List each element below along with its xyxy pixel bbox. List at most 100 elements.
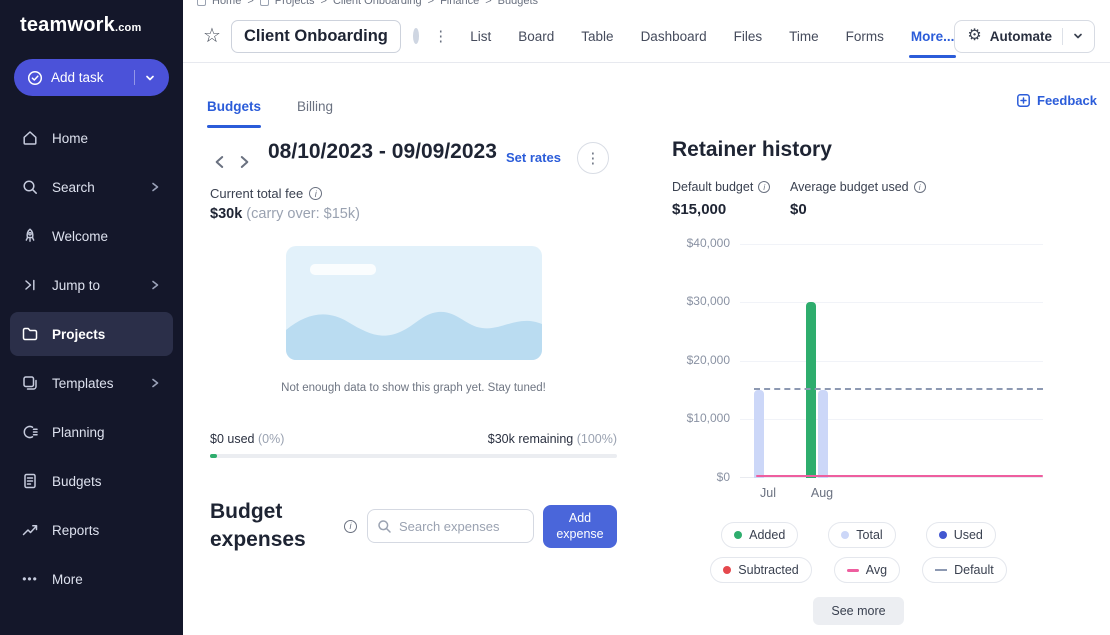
used-amount: $0 used (0%) xyxy=(210,432,284,446)
sidebar-item-projects[interactable]: Projects xyxy=(10,312,173,356)
average-budget-value: $0 xyxy=(790,201,926,218)
tab-forms[interactable]: Forms xyxy=(846,29,884,44)
star-icon[interactable]: ☆ xyxy=(203,26,221,46)
add-expense-button[interactable]: Add expense xyxy=(543,505,617,548)
x-label-jul: Jul xyxy=(753,486,783,500)
breadcrumb-item[interactable]: Client Onboarding xyxy=(333,0,422,7)
legend-label: Used xyxy=(954,528,983,542)
retainer-chart: $40,000 $30,000 $20,000 $10,000 $0 xyxy=(672,234,1045,506)
usage-row: $0 used (0%) $30k remaining (100%) xyxy=(210,432,617,446)
budget-expenses-section: Budget expenses i Add expense xyxy=(210,498,617,555)
sidebar-item-planning[interactable]: Planning xyxy=(10,410,173,454)
sidebar-item-label: Templates xyxy=(52,376,114,391)
breadcrumb-item[interactable]: Projects xyxy=(275,0,315,7)
sidebar-item-welcome[interactable]: Welcome xyxy=(10,214,173,258)
sidebar-item-search[interactable]: Search xyxy=(10,165,173,209)
illustration-bar xyxy=(310,264,376,275)
date-range-heading: 08/10/2023 - 09/09/2023 xyxy=(268,138,506,165)
sidebar-item-reports[interactable]: Reports xyxy=(10,508,173,552)
project-health-ring[interactable] xyxy=(413,28,419,44)
info-icon[interactable]: i xyxy=(914,181,926,193)
sidebar-item-more[interactable]: ••• More xyxy=(10,557,173,601)
legend-used[interactable]: Used xyxy=(926,522,996,548)
info-icon[interactable]: i xyxy=(758,181,770,193)
sidebar-item-label: Budgets xyxy=(52,474,102,489)
y-tick: $30,000 xyxy=(672,294,730,308)
chevron-right-icon[interactable] xyxy=(148,180,162,194)
legend-label: Avg xyxy=(866,563,887,577)
info-icon[interactable]: i xyxy=(344,520,357,533)
tab-more[interactable]: More... xyxy=(911,29,955,44)
breadcrumb-item[interactable]: Home xyxy=(212,0,241,7)
planning-icon xyxy=(21,423,39,441)
default-line xyxy=(754,388,1043,390)
chevron-down-icon[interactable] xyxy=(144,72,156,84)
gridline xyxy=(740,361,1043,362)
remaining-pct: (100%) xyxy=(577,432,617,446)
sidebar-item-templates[interactable]: Templates xyxy=(10,361,173,405)
breadcrumb-item[interactable]: Finance xyxy=(440,0,479,7)
feedback-button[interactable]: Feedback xyxy=(1016,93,1097,108)
sidebar-item-jump-to[interactable]: Jump to xyxy=(10,263,173,307)
gridline xyxy=(740,419,1043,420)
gear-icon: ⚙ xyxy=(967,28,981,44)
legend-subtracted[interactable]: Subtracted xyxy=(710,557,811,583)
teamwork-logo[interactable]: teamwork.com xyxy=(0,14,183,37)
logo-brand: teamwork xyxy=(20,14,115,36)
sidebar-item-budgets[interactable]: Budgets xyxy=(10,459,173,503)
feedback-label: Feedback xyxy=(1037,93,1097,108)
chevron-right-icon[interactable] xyxy=(148,278,162,292)
sidebar-item-home[interactable]: Home xyxy=(10,116,173,160)
rocket-icon xyxy=(21,227,39,245)
next-period-icon[interactable] xyxy=(234,152,254,172)
sidebar-nav: Home Search Welcome Jump to Projects xyxy=(0,116,183,601)
tab-files[interactable]: Files xyxy=(734,29,763,44)
chevron-down-icon[interactable] xyxy=(1072,30,1084,42)
tab-table[interactable]: Table xyxy=(581,29,613,44)
subtab-billing[interactable]: Billing xyxy=(297,99,333,128)
project-menu-icon[interactable]: ⋮ xyxy=(433,27,448,45)
used-pct: (0%) xyxy=(258,432,284,446)
tab-dashboard[interactable]: Dashboard xyxy=(641,29,707,44)
legend-marker xyxy=(723,566,731,574)
breadcrumb-separator: > xyxy=(428,0,434,7)
legend-avg[interactable]: Avg xyxy=(834,557,900,583)
date-range-row: 08/10/2023 - 09/09/2023 Set rates ⋮ xyxy=(210,138,617,174)
search-icon xyxy=(377,519,392,534)
subtab-budgets[interactable]: Budgets xyxy=(207,99,261,128)
current-total-fee-label: Current total fee xyxy=(210,186,303,201)
bar-aug-added[interactable] xyxy=(806,302,816,478)
legend-default[interactable]: Default xyxy=(922,557,1007,583)
automate-button[interactable]: ⚙ Automate xyxy=(954,20,1095,53)
tab-board[interactable]: Board xyxy=(518,29,554,44)
set-rates-link[interactable]: Set rates xyxy=(506,150,561,165)
kebab-icon: ⋮ xyxy=(585,149,600,167)
tab-time[interactable]: Time xyxy=(789,29,819,44)
bar-aug-total[interactable] xyxy=(818,390,828,478)
sidebar-item-label: More xyxy=(52,572,83,587)
tab-list[interactable]: List xyxy=(470,29,491,44)
project-title[interactable]: Client Onboarding xyxy=(231,20,401,53)
search-expenses-input[interactable] xyxy=(367,509,534,543)
used-label: $0 used xyxy=(210,432,254,446)
sidebar-item-label: Search xyxy=(52,180,95,195)
info-icon[interactable]: i xyxy=(309,187,322,200)
see-more-button[interactable]: See more xyxy=(813,597,903,625)
legend-row-1: Added Total Used xyxy=(672,522,1045,548)
expense-search xyxy=(367,509,534,543)
prev-period-icon[interactable] xyxy=(210,152,230,172)
more-dots-icon: ••• xyxy=(21,570,39,588)
templates-icon xyxy=(21,374,39,392)
bar-jul-total[interactable] xyxy=(754,390,764,478)
budget-menu-button[interactable]: ⋮ xyxy=(577,142,609,174)
legend-added[interactable]: Added xyxy=(721,522,798,548)
chevron-right-icon[interactable] xyxy=(148,376,162,390)
sidebar-item-label: Welcome xyxy=(52,229,108,244)
add-task-button[interactable]: Add task xyxy=(14,59,169,96)
sidebar-item-label: Planning xyxy=(52,425,105,440)
budget-progress-fill xyxy=(210,454,217,458)
breadcrumb-item[interactable]: Budgets xyxy=(498,0,538,7)
legend-marker xyxy=(841,531,849,539)
legend-total[interactable]: Total xyxy=(828,522,895,548)
budget-expenses-title: Budget expenses xyxy=(210,498,342,555)
